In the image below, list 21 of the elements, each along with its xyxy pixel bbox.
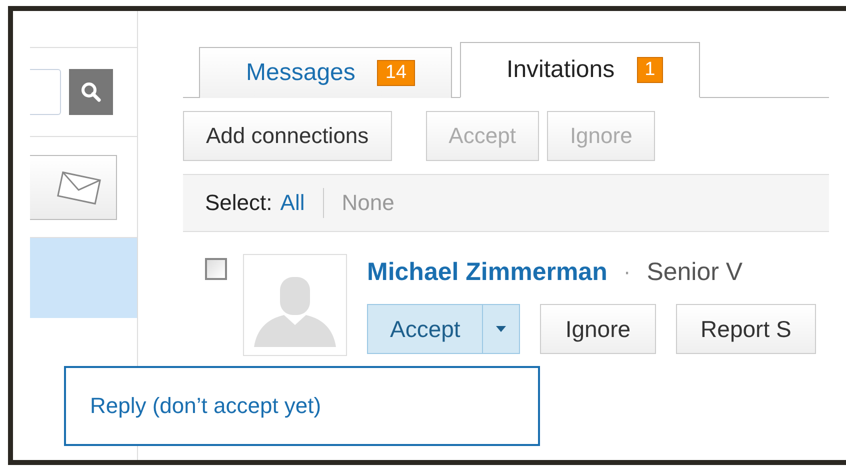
separator-dot: · <box>623 259 631 285</box>
caret-icon <box>496 326 506 332</box>
toolbar-button[interactable]: Add connections <box>183 111 392 161</box>
member-headline: Senior V <box>646 258 743 286</box>
count-badge: 14 <box>377 60 415 86</box>
search-icon <box>80 81 102 103</box>
search-field[interactable] <box>30 69 61 115</box>
avatar-icon <box>243 254 347 356</box>
search-button[interactable] <box>69 69 113 115</box>
accept-button[interactable]: Accept <box>368 305 484 353</box>
checkbox[interactable] <box>205 258 227 280</box>
member-name[interactable]: Michael Zimmerman <box>367 258 608 286</box>
count-badge: 1 <box>636 57 664 83</box>
action-button[interactable]: Ignore <box>540 304 656 354</box>
tab[interactable]: Invitations 1 <box>460 42 700 98</box>
menu-item[interactable]: Reply (don’t accept yet) <box>90 393 322 419</box>
tab[interactable]: Messages 14 <box>199 47 452 98</box>
action-button[interactable]: Report S <box>676 304 816 354</box>
compose-button[interactable] <box>30 155 117 220</box>
select-link[interactable]: All <box>280 190 305 216</box>
select-label: Select: <box>205 190 272 216</box>
